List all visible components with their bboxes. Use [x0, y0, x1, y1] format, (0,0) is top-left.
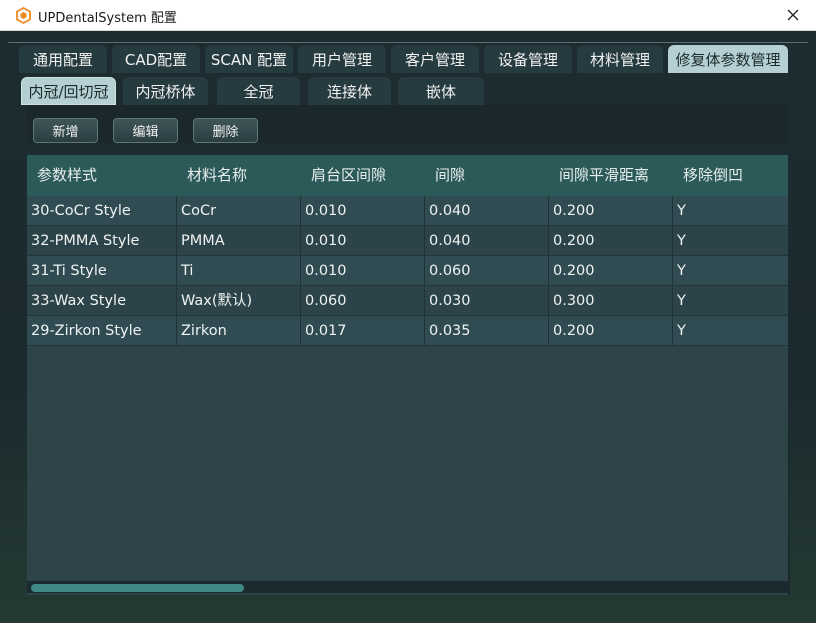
subtab-connector[interactable]: 连接体: [308, 77, 391, 105]
cell-style: 29-Zirkon Style: [27, 316, 177, 346]
table-row[interactable]: 30-CoCr Style CoCr 0.010 0.040 0.200 Y: [27, 196, 788, 226]
title-bar: UPDentalSystem 配置: [0, 0, 816, 31]
cell-smooth-distance: 0.300: [549, 286, 673, 316]
column-header-style[interactable]: 参数样式: [37, 155, 97, 196]
app-logo-icon: [16, 7, 31, 24]
tab-general-config[interactable]: 通用配置: [19, 45, 107, 73]
cell-shoulder-gap: 0.010: [301, 256, 425, 286]
table-row[interactable]: 31-Ti Style Ti 0.010 0.060 0.200 Y: [27, 256, 788, 286]
cell-shoulder-gap: 0.010: [301, 226, 425, 256]
config-panel: 通用配置 CAD配置 SCAN 配置 用户管理 客户管理 设备管理 材料管理 修…: [0, 31, 816, 623]
cell-gap: 0.030: [425, 286, 549, 316]
cell-shoulder-gap: 0.010: [301, 196, 425, 226]
add-button[interactable]: 新增: [33, 118, 98, 143]
cell-remove-undercut: Y: [673, 256, 788, 286]
cell-style: 31-Ti Style: [27, 256, 177, 286]
column-header-remove-undercut[interactable]: 移除倒凹: [683, 155, 743, 196]
table-row[interactable]: 33-Wax Style Wax(默认) 0.060 0.030 0.300 Y: [27, 286, 788, 316]
cell-remove-undercut: Y: [673, 316, 788, 346]
subtab-coping-pontic[interactable]: 内冠桥体: [123, 77, 208, 105]
cell-smooth-distance: 0.200: [549, 316, 673, 346]
cell-remove-undercut: Y: [673, 226, 788, 256]
horizontal-scrollbar[interactable]: [27, 581, 788, 593]
table-header: 参数样式 材料名称 肩台区间隙 间隙 间隙平滑距离 移除倒凹: [27, 155, 788, 196]
cell-style: 33-Wax Style: [27, 286, 177, 316]
column-header-gap[interactable]: 间隙: [435, 155, 465, 196]
cell-smooth-distance: 0.200: [549, 256, 673, 286]
cell-gap: 0.040: [425, 196, 549, 226]
cell-gap: 0.060: [425, 256, 549, 286]
tab-scan-config[interactable]: SCAN 配置: [205, 45, 293, 73]
column-header-smooth-distance[interactable]: 间隙平滑距离: [559, 155, 649, 196]
subtab-full-crown[interactable]: 全冠: [217, 77, 300, 105]
cell-gap: 0.035: [425, 316, 549, 346]
cell-smooth-distance: 0.200: [549, 226, 673, 256]
cell-shoulder-gap: 0.060: [301, 286, 425, 316]
scrollbar-thumb[interactable]: [31, 584, 244, 592]
tab-device-management[interactable]: 设备管理: [484, 45, 572, 73]
cell-style: 30-CoCr Style: [27, 196, 177, 226]
tab-customer-management[interactable]: 客户管理: [391, 45, 479, 73]
cell-gap: 0.040: [425, 226, 549, 256]
cell-material: CoCr: [177, 196, 301, 226]
cell-remove-undercut: Y: [673, 286, 788, 316]
table-row[interactable]: 29-Zirkon Style Zirkon 0.017 0.035 0.200…: [27, 316, 788, 346]
column-header-material[interactable]: 材料名称: [187, 155, 247, 196]
table-right-edge: [788, 155, 790, 595]
window-title: UPDentalSystem 配置: [38, 11, 177, 26]
delete-button[interactable]: 删除: [193, 118, 258, 143]
cell-shoulder-gap: 0.017: [301, 316, 425, 346]
tab-cad-config[interactable]: CAD配置: [112, 45, 200, 73]
close-icon: [787, 9, 799, 21]
cell-material: Ti: [177, 256, 301, 286]
cell-material: Wax(默认): [177, 286, 301, 316]
tab-restoration-params[interactable]: 修复体参数管理: [668, 45, 788, 73]
subtab-inlay[interactable]: 嵌体: [398, 77, 484, 105]
params-table: 参数样式 材料名称 肩台区间隙 间隙 间隙平滑距离 移除倒凹 30-CoCr S…: [27, 155, 788, 595]
subtab-coping-cutback[interactable]: 内冠/回切冠: [21, 77, 116, 105]
cell-remove-undercut: Y: [673, 196, 788, 226]
column-header-shoulder-gap[interactable]: 肩台区间隙: [311, 155, 386, 196]
cell-style: 32-PMMA Style: [27, 226, 177, 256]
edit-button[interactable]: 编辑: [113, 118, 178, 143]
cell-material: PMMA: [177, 226, 301, 256]
close-button[interactable]: [770, 0, 816, 30]
table-row[interactable]: 32-PMMA Style PMMA 0.010 0.040 0.200 Y: [27, 226, 788, 256]
tab-material-management[interactable]: 材料管理: [577, 45, 663, 73]
cell-material: Zirkon: [177, 316, 301, 346]
tab-user-management[interactable]: 用户管理: [298, 45, 386, 73]
cell-smooth-distance: 0.200: [549, 196, 673, 226]
